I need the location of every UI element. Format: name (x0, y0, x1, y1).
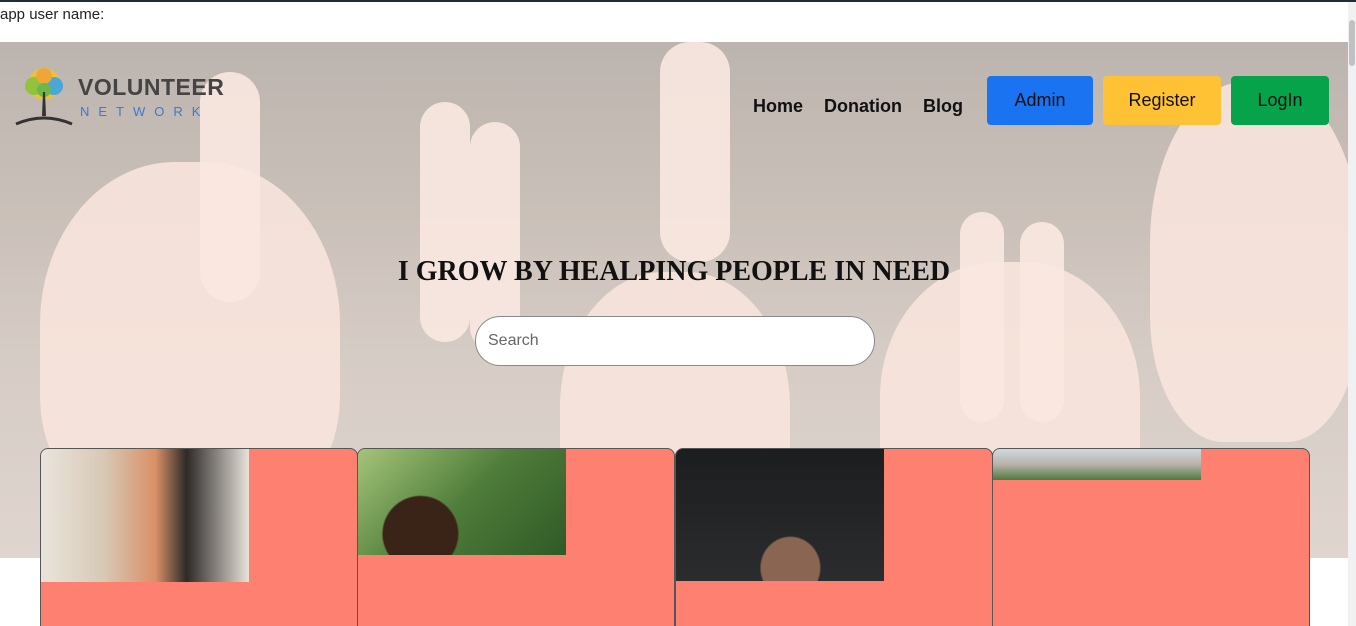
nav-donation-link[interactable]: Donation (824, 96, 902, 117)
scrollbar-thumb[interactable] (1349, 20, 1355, 66)
card-image-clothes (41, 449, 249, 582)
volunteer-network-logo[interactable]: VOLUNTEER NETWORK (14, 64, 224, 128)
login-button[interactable]: LogIn (1231, 76, 1329, 125)
search-input[interactable] (475, 316, 875, 366)
card-image-water (676, 449, 884, 581)
window-top-border (0, 0, 1356, 2)
nav-home-link[interactable]: Home (753, 96, 803, 117)
admin-button[interactable]: Admin (987, 76, 1093, 125)
card-image-city (993, 449, 1201, 480)
register-button[interactable]: Register (1103, 76, 1221, 125)
event-card[interactable] (357, 448, 675, 626)
app-user-name-label: app user name: (0, 6, 105, 23)
tree-icon (15, 68, 73, 126)
event-card[interactable] (40, 448, 358, 626)
hero-headline: I GROW BY HEALPING PEOPLE IN NEED (397, 256, 951, 287)
main-nav: Home Donation Blog (753, 96, 984, 117)
card-image-girl (358, 449, 566, 555)
nav-blog-link[interactable]: Blog (923, 96, 963, 117)
logo-wordmark: VOLUNTEER (78, 74, 225, 100)
vertical-scrollbar[interactable] (1348, 2, 1356, 626)
event-card[interactable] (992, 448, 1310, 626)
event-card[interactable] (675, 448, 993, 626)
logo-subtitle: NETWORK (80, 104, 210, 119)
